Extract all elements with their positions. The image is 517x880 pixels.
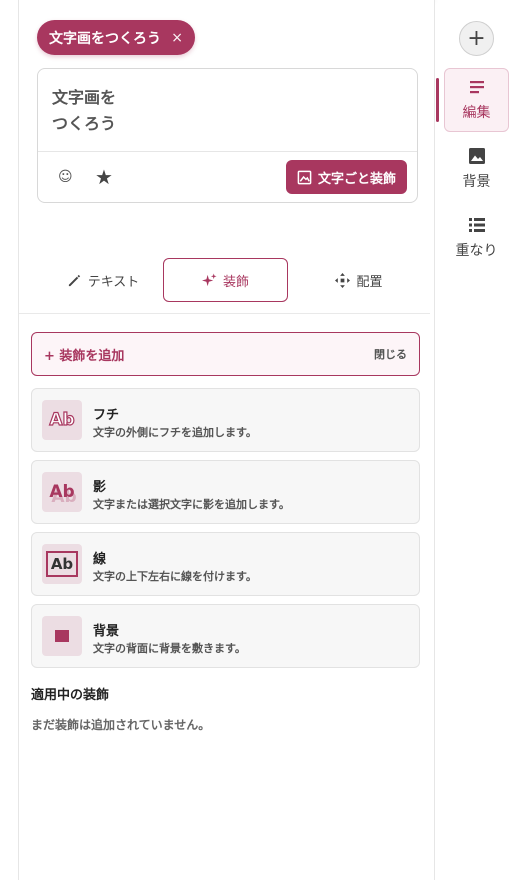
decoration-desc: 文字または選択文字に影を追加します。 xyxy=(93,498,290,511)
emoji-icon[interactable]: ☺ xyxy=(58,169,73,185)
outline-preview-icon: Ab xyxy=(42,400,82,440)
add-decoration-title: + 装飾を追加 xyxy=(44,348,125,364)
tab-bar: テキスト 装飾 配置 xyxy=(19,258,436,304)
move-arrows-icon xyxy=(335,272,351,288)
decoration-name: フチ xyxy=(93,408,120,423)
rail-item-layers[interactable]: 重なり xyxy=(444,206,509,270)
decoration-name: 背景 xyxy=(93,624,120,639)
line-preview-icon: Ab xyxy=(42,544,82,584)
close-add-panel-button[interactable]: 閉じる xyxy=(374,346,407,362)
decorate-all-button[interactable]: 文字ごと装飾 xyxy=(286,160,407,194)
rail-item-edit[interactable]: 編集 xyxy=(444,68,509,132)
rail-item-label: 重なり xyxy=(455,243,498,259)
decoration-name: 線 xyxy=(93,552,107,567)
rail-item-background[interactable]: 背景 xyxy=(444,137,509,201)
editor-divider xyxy=(38,151,417,152)
decoration-option-outline[interactable]: Ab フチ 文字の外側にフチを追加します。 xyxy=(31,388,420,452)
editor-text-line-1: 文字画を xyxy=(52,88,117,107)
tab-layout-label: 配置 xyxy=(356,274,383,290)
tab-decoration[interactable]: 装飾 xyxy=(163,258,288,302)
applied-decorations-title: 適用中の装飾 xyxy=(31,688,110,703)
decoration-desc: 文字の上下左右に線を付けます。 xyxy=(93,570,257,583)
background-preview-icon xyxy=(42,616,82,656)
tab-decoration-label: 装飾 xyxy=(222,274,249,290)
chip-label: 文字画をつくろう xyxy=(49,30,161,47)
decoration-option-background[interactable]: 背景 文字の背面に背景を敷きます。 xyxy=(31,604,420,668)
decoration-option-shadow[interactable]: Ab 影 文字または選択文字に影を追加します。 xyxy=(31,460,420,524)
shadow-preview-icon: Ab xyxy=(42,472,82,512)
applied-decorations-empty: まだ装飾は追加されていません。 xyxy=(31,718,211,732)
decorate-all-label: 文字ごと装飾 xyxy=(317,171,396,187)
edit-lines-icon xyxy=(469,81,484,94)
decoration-desc: 文字の背面に背景を敷きます。 xyxy=(93,642,246,655)
editor-text[interactable]: 文字画を つくろう xyxy=(52,85,252,137)
tab-text[interactable]: テキスト xyxy=(43,258,163,302)
tabs-divider xyxy=(19,313,430,314)
star-icon[interactable]: ★ xyxy=(95,165,113,189)
decoration-desc: 文字の外側にフチを追加します。 xyxy=(93,426,257,439)
add-decoration-header: + 装飾を追加 閉じる xyxy=(31,332,420,376)
list-icon xyxy=(468,218,485,232)
rail-item-label: 編集 xyxy=(462,105,491,121)
decoration-option-line[interactable]: Ab 線 文字の上下左右に線を付けます。 xyxy=(31,532,420,596)
rail-active-indicator xyxy=(436,78,439,122)
editor-panel: 文字画をつくろう × 文字画を つくろう ☺ ★ 文字ごと装飾 テキスト 装飾 … xyxy=(18,0,435,880)
pencil-icon xyxy=(68,274,80,286)
sparkle-icon xyxy=(201,272,217,286)
tab-text-label: テキスト xyxy=(87,274,140,290)
text-editor[interactable]: 文字画を つくろう ☺ ★ 文字ごと装飾 xyxy=(37,68,418,203)
title-chip[interactable]: 文字画をつくろう × xyxy=(37,20,195,55)
image-icon xyxy=(468,148,485,164)
rail-item-label: 背景 xyxy=(462,174,491,190)
decoration-name: 影 xyxy=(93,480,107,495)
image-frame-icon xyxy=(297,170,312,184)
add-icon[interactable]: + xyxy=(459,21,494,56)
tab-layout[interactable]: 配置 xyxy=(299,258,419,302)
editor-text-line-2: つくろう xyxy=(52,114,117,133)
chip-close-icon[interactable]: × xyxy=(171,30,183,46)
